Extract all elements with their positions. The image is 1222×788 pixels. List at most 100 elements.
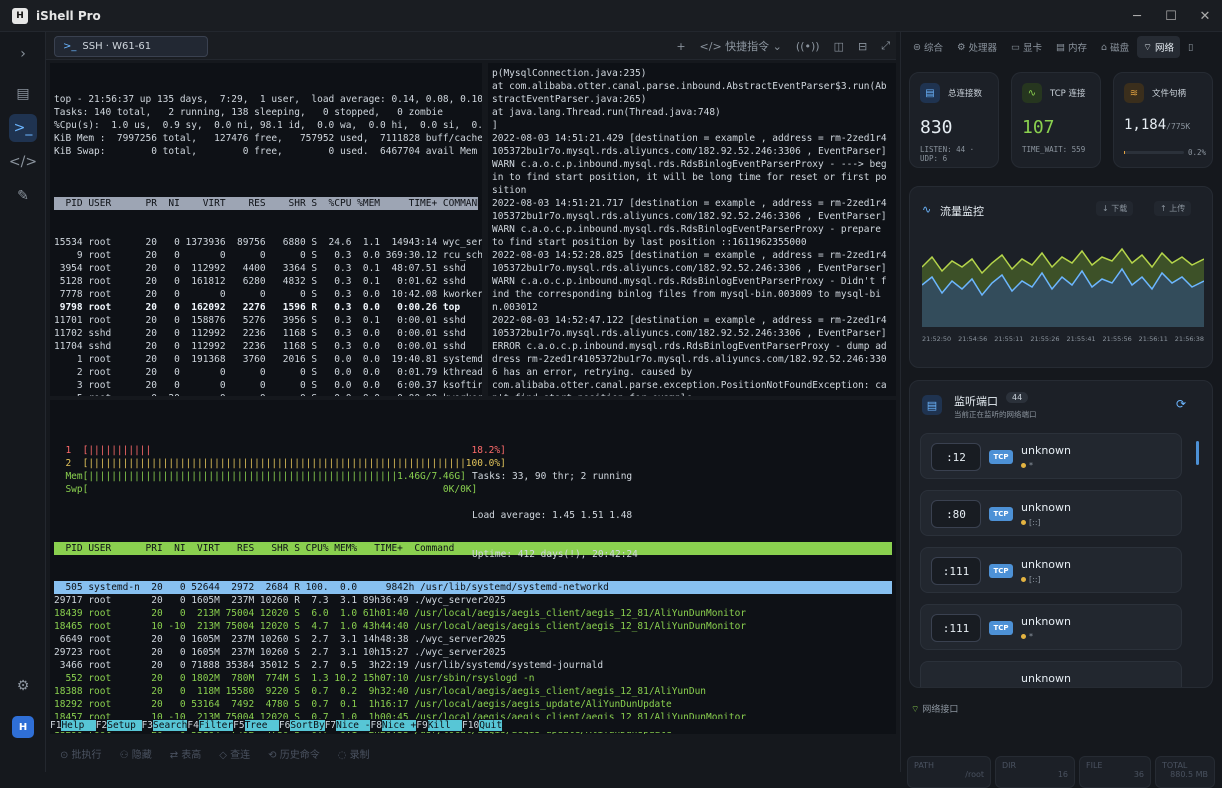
htop-process-row[interactable]: 3466 root 20 0 71888 35384 35012 S 2.7 0… (54, 659, 892, 672)
fkey-f7[interactable]: F7 (325, 720, 336, 731)
port-item[interactable]: unknown (920, 661, 1182, 687)
fs-stat-value: 16 (1057, 770, 1068, 779)
fkey-label[interactable]: Kill (427, 720, 463, 731)
monitor-tab-1[interactable]: ⚙ 处理器 (951, 36, 1003, 58)
bottom-action[interactable]: ◇ 查连 (219, 746, 250, 761)
top-summary-line: KiB Mem : 7997256 total, 127476 free, 75… (54, 133, 482, 144)
listening-ports-card: ▤ 监听端口 44 当前正在监听的网络端口 ⟳ :12 TCP unknown *:8… (909, 380, 1213, 688)
fkey-f8[interactable]: F8 (370, 720, 381, 731)
log-line: 2022-08-03 14:52:28.825 [destination = e… (492, 250, 887, 313)
process-name: unknown (1021, 615, 1071, 628)
code-icon[interactable]: </> (9, 148, 37, 176)
quick-command-button[interactable]: </> 快捷指令 ⌄ (700, 38, 782, 54)
edit-icon[interactable]: ✎ (9, 182, 37, 210)
monitor-tab-5[interactable]: ⌔ 网络 (1137, 36, 1181, 58)
download-toggle[interactable]: ↓ 下载 (1096, 201, 1134, 216)
fkey-label[interactable]: Nice + (381, 720, 417, 731)
htop-process-row[interactable]: 18439 root 20 0 213M 75004 12020 S 6.0 1… (54, 607, 892, 620)
server-list-icon[interactable]: ▤ (9, 80, 37, 108)
fkey-f3[interactable]: F3 (142, 720, 153, 731)
bottom-action[interactable]: ⊙ 批执行 (60, 746, 102, 761)
maximize-button[interactable]: ☐ (1154, 0, 1188, 32)
title-bar: H iShell Pro ─ ☐ ✕ (0, 0, 1222, 32)
port-item[interactable]: :80 TCP unknown [::] (920, 490, 1182, 536)
monitor-tab-3[interactable]: ▤ 内存 (1050, 36, 1093, 58)
fkey-label[interactable]: Help (61, 720, 96, 731)
htop-process-row[interactable]: 6649 root 20 0 1605M 237M 10260 S 2.7 3.… (54, 633, 892, 646)
port-item[interactable]: :12 TCP unknown * (920, 433, 1182, 479)
split-horizontal-icon[interactable]: ⊟ (858, 40, 867, 53)
protocol-badge: TCP (989, 507, 1013, 521)
fs-stat-value: 880.5 MB (1170, 770, 1208, 779)
htop-process-row[interactable]: 29717 root 20 0 1605M 237M 10260 R 7.3 3… (54, 594, 892, 607)
broadcast-icon[interactable]: ((•)) (796, 40, 820, 53)
fkey-f6[interactable]: F6 (279, 720, 290, 731)
htop-process-row[interactable]: 18292 root 20 0 53164 7492 4780 S 0.7 0.… (54, 698, 892, 711)
htop-process-row[interactable]: 552 root 20 0 1802M 780M 774M S 1.3 10.2… (54, 672, 892, 685)
expand-sidebar-icon[interactable]: › (9, 40, 37, 68)
fkey-label[interactable]: Nice - (336, 720, 371, 731)
ports-count-badge: 44 (1006, 392, 1029, 403)
htop-process-row[interactable]: 18388 root 20 0 118M 15580 9220 S 0.7 0.… (54, 685, 892, 698)
upload-toggle[interactable]: ↑ 上传 (1154, 201, 1192, 216)
htop-tasks: Tasks: 33, 90 thr; 2 running (472, 471, 633, 482)
top-process-row: 11701 root 20 0 158876 5276 3956 S 0.3 0… (54, 315, 482, 326)
fkey-label[interactable]: SortBy (290, 720, 325, 731)
terminal-icon[interactable]: >_ (9, 114, 37, 142)
terminal-pane-top[interactable]: top - 21:56:37 up 135 days, 7:29, 1 user… (50, 63, 482, 396)
terminal-pane-log[interactable]: p(MysqlConnection.java:235) at com.aliba… (488, 63, 896, 396)
refresh-icon[interactable]: ⟳ (1176, 397, 1186, 411)
monitor-tab-4[interactable]: ⌂ 磁盘 (1095, 36, 1135, 58)
fkey-f4[interactable]: F4 (187, 720, 198, 731)
bottom-action[interactable]: ◌ 录制 (338, 746, 370, 761)
port-item[interactable]: :111 TCP unknown * (920, 604, 1182, 650)
monitor-tab-2[interactable]: ▭ 显卡 (1005, 36, 1048, 58)
fkey-f9[interactable]: F9 (416, 720, 427, 731)
top-table-header: PID USER PR NI VIRT RES SHR S %CPU %MEM … (54, 197, 482, 210)
htop-function-keys: F1Help F2Setup F3SearchF4FilterF5Tree F6… (50, 719, 896, 732)
monitor-tab-0[interactable]: ⊜ 综合 (907, 36, 949, 58)
expand-icon[interactable]: ⤢ (881, 39, 890, 53)
htop-process-row[interactable]: 29723 root 20 0 1605M 237M 10260 S 2.7 3… (54, 646, 892, 659)
ports-scrollbar[interactable] (1196, 441, 1199, 465)
tab-label: 磁盘 (1110, 43, 1130, 54)
split-vertical-icon[interactable]: ◫ (834, 40, 844, 53)
port-item[interactable]: :111 TCP unknown [::] (920, 547, 1182, 593)
fkey-label[interactable]: Quit (479, 720, 503, 731)
add-tab-icon[interactable]: + (676, 40, 685, 53)
tab-ssh-session[interactable]: >_ SSH · W61-61 (54, 36, 208, 57)
fkey-label[interactable]: Filter (198, 720, 234, 731)
tab-label: 内存 (1068, 43, 1088, 54)
top-process-row: 3954 root 20 0 112992 4400 3364 S 0.3 0.… (54, 263, 482, 274)
fkey-f10[interactable]: F10 (462, 720, 479, 731)
top-summary-line: Tasks: 140 total, 2 running, 138 sleepin… (54, 107, 443, 118)
log-line: 2022-08-03 14:52:47.122 [destination = e… (492, 315, 887, 378)
settings-gear-icon[interactable]: ⚙ (9, 672, 37, 700)
monitor-tab-6[interactable]: ▯ (1182, 36, 1202, 58)
fkey-label[interactable]: Search (153, 720, 188, 731)
protocol-badge: TCP (989, 450, 1013, 464)
status-dot (1021, 577, 1026, 582)
log-line: 2022-08-03 14:51:21.429 [destination = e… (492, 133, 887, 196)
close-button[interactable]: ✕ (1188, 0, 1222, 32)
fkey-label[interactable]: Tree (244, 720, 279, 731)
top-summary-line: %Cpu(s): 1.0 us, 0.9 sy, 0.0 ni, 98.1 id… (54, 120, 482, 131)
fkey-f2[interactable]: F2 (96, 720, 107, 731)
fkey-label[interactable]: Setup (107, 720, 142, 731)
fkey-f5[interactable]: F5 (233, 720, 244, 731)
bottom-action[interactable]: ⚇ 隐藏 (120, 746, 152, 761)
traffic-monitor-card: ∿ 流量监控 ↓ 下载 ↑ 上传 21:52:50 21:54:56 21:55:1… (909, 186, 1213, 368)
fs-stat-value: /root (965, 770, 984, 779)
stat-file-handles: ≋ 文件句柄 1,184/775K 0.2% (1113, 72, 1213, 168)
port-number: :111 (931, 557, 981, 585)
log-line: at com.alibaba.otter.canal.parse.inbound… (492, 81, 887, 105)
bottom-action[interactable]: ⟲ 历史命令 (268, 746, 320, 761)
fkey-f1[interactable]: F1 (50, 720, 61, 731)
minimize-button[interactable]: ─ (1120, 0, 1154, 32)
terminal-pane-htop[interactable]: 1 [||||||||||| 18.2%] 2 [|||||||||||||||… (50, 400, 896, 734)
tab-icon: ⌔ (1143, 41, 1153, 53)
top-process-row: 15534 root 20 0 1373936 89756 6880 S 24.… (54, 237, 482, 248)
htop-process-row[interactable]: 18465 root 10 -10 213M 75004 12020 S 4.7… (54, 620, 892, 633)
bottom-action[interactable]: ⇄ 表高 (170, 746, 202, 761)
avatar[interactable]: H (12, 716, 34, 738)
